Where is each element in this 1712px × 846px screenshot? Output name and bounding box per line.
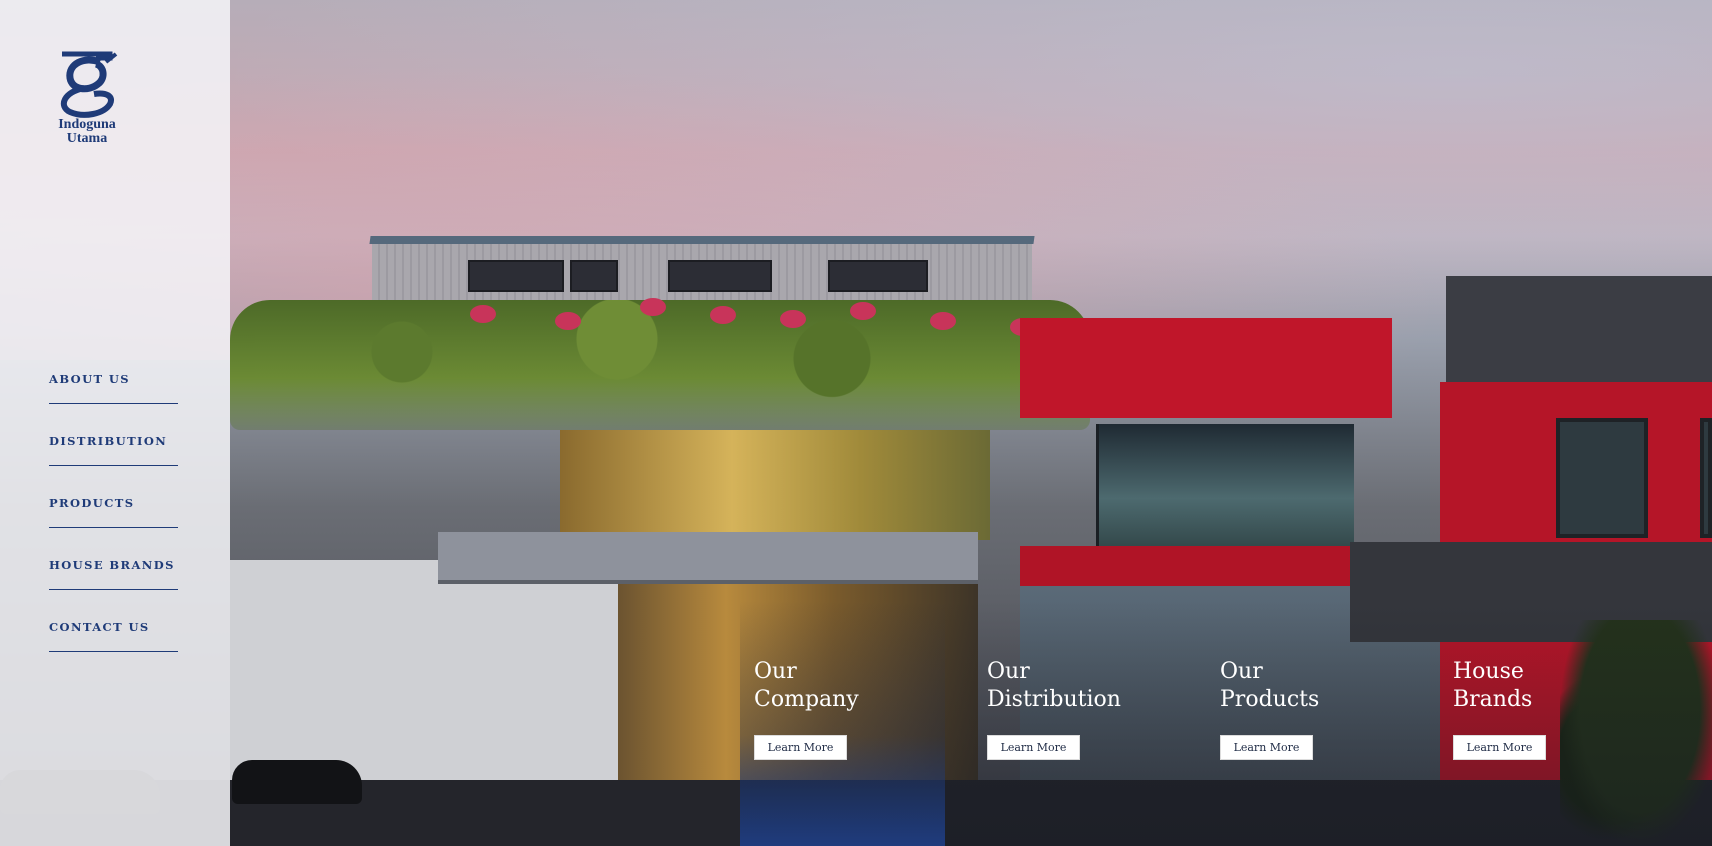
- tile-our-distribution[interactable]: Our Distribution Learn More: [973, 600, 1178, 846]
- tile-title: Our Distribution: [987, 659, 1121, 712]
- nav-divider: [49, 403, 178, 404]
- nav-label: CONTACT US: [49, 620, 150, 634]
- nav-item-products[interactable]: PRODUCTS: [49, 492, 179, 554]
- company-logo[interactable]: Indoguna Utama: [48, 48, 126, 152]
- nav-label: ABOUT US: [49, 372, 130, 386]
- learn-more-button[interactable]: Learn More: [1220, 735, 1313, 760]
- nav-divider: [49, 589, 178, 590]
- feature-tiles: Our Company Learn More Our Distribution …: [740, 600, 1712, 846]
- logo-g-monogram-icon: [60, 51, 118, 118]
- logo-text-line1: Indoguna: [58, 117, 116, 132]
- tile-our-products[interactable]: Our Products Learn More: [1206, 600, 1411, 846]
- tile-our-company[interactable]: Our Company Learn More: [740, 600, 945, 846]
- tile-title: House Brands: [1453, 659, 1533, 712]
- nav-label: DISTRIBUTION: [49, 434, 168, 448]
- logo-text-line2: Utama: [66, 131, 108, 146]
- sidebar: Indoguna Utama ABOUT US DISTRIBUTION PRO…: [0, 0, 230, 846]
- learn-more-button[interactable]: Learn More: [754, 735, 847, 760]
- nav-label: PRODUCTS: [49, 496, 135, 510]
- nav-divider: [49, 651, 178, 652]
- learn-more-button[interactable]: Learn More: [987, 735, 1080, 760]
- nav-item-about-us[interactable]: ABOUT US: [49, 368, 179, 430]
- nav-divider: [49, 527, 178, 528]
- learn-more-button[interactable]: Learn More: [1453, 735, 1546, 760]
- main-nav: ABOUT US DISTRIBUTION PRODUCTS HOUSE BRA…: [49, 368, 179, 678]
- tile-title: Our Products: [1220, 659, 1320, 712]
- nav-label: HOUSE BRANDS: [49, 558, 175, 572]
- nav-item-house-brands[interactable]: HOUSE BRANDS: [49, 554, 179, 616]
- nav-divider: [49, 465, 178, 466]
- tile-house-brands[interactable]: House Brands Learn More: [1439, 600, 1644, 846]
- tile-title: Our Company: [754, 659, 859, 712]
- nav-item-contact-us[interactable]: CONTACT US: [49, 616, 179, 678]
- nav-item-distribution[interactable]: DISTRIBUTION: [49, 430, 179, 492]
